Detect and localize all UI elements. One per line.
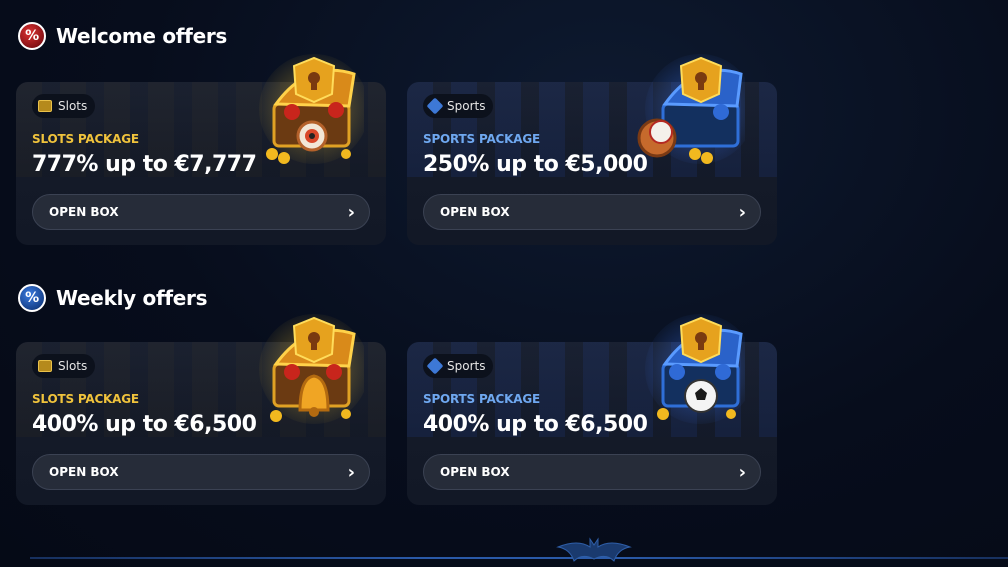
offer-amount: 777% up to €7,777 [32,152,257,177]
bat-icon [556,537,632,562]
tag-label: Sports [447,99,486,113]
package-label: SLOTS PACKAGE [32,132,139,146]
tag-label: Slots [58,359,88,373]
section-title-text: Weekly offers [56,286,208,310]
slots-icon [38,360,52,372]
tag-label: Sports [447,359,486,373]
chevron-right-icon: › [738,201,746,223]
slots-tag: Slots [32,94,96,118]
chevron-right-icon: › [347,201,355,223]
chevron-right-icon: › [347,461,355,483]
sports-tag: Sports [423,354,494,378]
percent-badge-icon: % [18,22,46,50]
package-label: SLOTS PACKAGE [32,392,139,406]
open-box-button[interactable]: OPEN BOX › [32,454,370,490]
package-label: SPORTS PACKAGE [423,132,540,146]
treasure-chest-blue-icon [645,314,745,424]
section-title-text: Welcome offers [56,24,228,48]
footer-divider [30,557,1008,559]
treasure-chest-blue-icon [637,54,745,164]
section-title-weekly: % Weekly offers [18,284,208,312]
button-label: OPEN BOX [440,465,510,479]
chevron-right-icon: › [738,461,746,483]
button-label: OPEN BOX [49,205,119,219]
section-title-welcome: % Welcome offers [18,22,227,50]
treasure-chest-gold-icon [259,314,364,424]
offer-card-welcome-sports: Sports SPORTS PACKAGE 250% up to €5,000 … [407,54,777,245]
offer-amount: 400% up to €6,500 [32,412,257,437]
offer-card-welcome-slots: Slots SLOTS PACKAGE 777% up to €7,777 OP… [16,54,386,245]
sports-tag: Sports [423,94,494,118]
open-box-button[interactable]: OPEN BOX › [423,454,761,490]
tag-label: Slots [58,99,88,113]
offer-amount: 400% up to €6,500 [423,412,648,437]
open-box-button[interactable]: OPEN BOX › [423,194,761,230]
package-label: SPORTS PACKAGE [423,392,540,406]
button-label: OPEN BOX [440,205,510,219]
slots-icon [38,100,52,112]
treasure-chest-gold-icon [259,54,364,164]
sports-icon [426,97,444,115]
open-box-button[interactable]: OPEN BOX › [32,194,370,230]
offer-amount: 250% up to €5,000 [423,152,648,177]
percent-badge-icon: % [18,284,46,312]
offer-card-weekly-sports: Sports SPORTS PACKAGE 400% up to €6,500 … [407,314,777,505]
button-label: OPEN BOX [49,465,119,479]
sports-icon [426,357,444,375]
offer-card-weekly-slots: Slots SLOTS PACKAGE 400% up to €6,500 OP… [16,314,386,505]
slots-tag: Slots [32,354,96,378]
